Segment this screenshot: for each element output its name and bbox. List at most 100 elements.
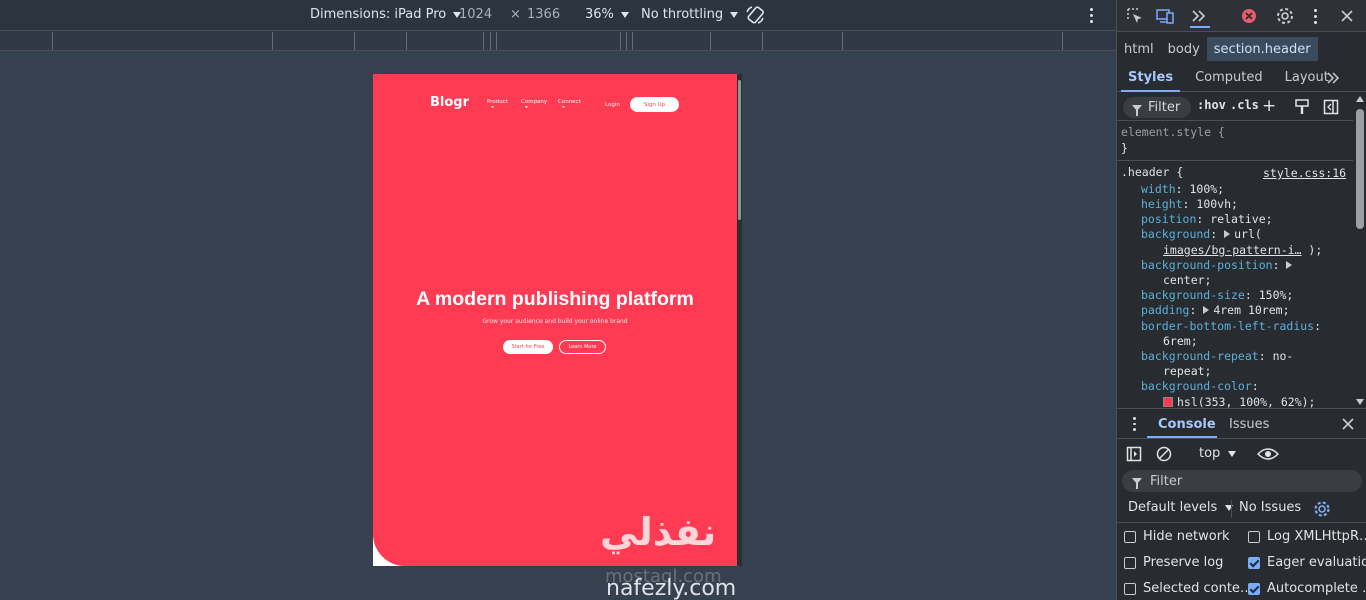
throttling-select[interactable]: No throttling [641,7,739,22]
inspect-element-icon[interactable] [1125,6,1145,26]
decl-background-url[interactable]: images/bg-pattern-i… ); [1163,243,1322,257]
device-select[interactable]: Dimensions: iPad Pro [310,7,462,22]
chevron-down-icon [491,106,494,108]
sidebar-toggle-icon[interactable] [1323,99,1339,115]
filter-icon [1132,478,1142,489]
option-autocomplete[interactable]: Autocomplete … [1248,581,1366,596]
hero-title: A modern publishing platform [416,288,694,310]
context-select[interactable]: top [1199,446,1237,461]
rule-selector: .header { [1121,165,1184,179]
paint-brush-icon[interactable] [1294,99,1310,115]
device-dimensions-label: Dimensions: iPad Pro [310,7,447,22]
console-settings-icon[interactable] [1313,500,1331,518]
more-tabs-icon[interactable] [1189,6,1209,26]
height-input[interactable]: 1366 [527,7,560,22]
checkbox-checked[interactable] [1248,556,1260,569]
decl-background-position[interactable]: background-position: [1141,258,1296,272]
customize-menu-icon[interactable] [1313,7,1317,25]
tab-issues[interactable]: Issues [1229,417,1269,432]
zoom-select[interactable]: 36% [585,7,629,22]
signup-button[interactable]: Sign Up [630,97,679,112]
rotate-icon[interactable] [744,4,766,26]
option-log-xhr[interactable]: Log XMLHttpR… [1248,529,1366,544]
decl-background-size[interactable]: background-size: 150%; [1141,288,1293,302]
breadcrumb-body[interactable]: body [1161,37,1207,61]
breadcrumb-section-header[interactable]: section.header [1206,37,1318,61]
more-subtabs-icon[interactable] [1325,70,1341,86]
live-expression-eye-icon[interactable] [1257,446,1279,462]
decl-background-position-value[interactable]: center; [1163,273,1211,287]
decl-width[interactable]: width: 100%; [1141,182,1224,196]
checkbox[interactable] [1124,582,1136,595]
start-free-button[interactable]: Start for Free [503,340,553,354]
width-input[interactable]: 1024 [459,7,492,22]
media-query-ruler[interactable] [0,30,1116,51]
breadcrumb-html[interactable]: html [1117,37,1161,61]
decl-background-repeat[interactable]: background-repeat: no- [1141,349,1293,363]
close-devtools-icon[interactable] [1337,6,1357,26]
decl-background-color-value[interactable]: hsl(353, 100%, 62%); [1163,395,1315,408]
scrollbar-thumb[interactable] [738,80,741,220]
decl-border-radius[interactable]: border-bottom-left-radius: [1141,319,1321,333]
times-separator: × [510,7,521,22]
throttling-label: No throttling [641,7,724,22]
cls-toggle[interactable]: .cls [1230,98,1259,112]
nav-connect[interactable]: Connect [558,99,581,108]
styles-pane: element.style { } .header { style.css:16… [1117,121,1353,408]
tab-styles[interactable]: Styles [1117,64,1184,92]
watermark-arabic: نفذلي [600,510,717,554]
styles-filter-input[interactable]: Filter [1123,97,1191,118]
hov-toggle[interactable]: :hov [1197,98,1226,112]
checkbox[interactable] [1248,530,1260,543]
add-rule-icon[interactable]: + [1262,96,1276,116]
close-drawer-icon[interactable] [1341,417,1355,431]
scrollbar-thumb[interactable] [1356,109,1364,229]
default-levels-label: Default levels [1128,500,1218,515]
option-label: Log XMLHttpR… [1267,529,1366,544]
nav-product[interactable]: Product [487,99,508,108]
tab-console[interactable]: Console [1158,417,1216,432]
option-eager-evaluation[interactable]: Eager evaluation [1248,555,1366,570]
checkbox[interactable] [1124,530,1136,543]
decl-background-repeat-value[interactable]: repeat; [1163,364,1211,378]
issues-count[interactable]: No Issues [1239,500,1301,515]
device-toolbar: Dimensions: iPad Pro 1024 × 1366 36% No … [0,0,1116,30]
clear-console-icon[interactable] [1156,446,1172,462]
viewport-scrollbar[interactable] [737,74,742,566]
decl-position[interactable]: position: relative; [1141,212,1273,226]
settings-icon[interactable] [1275,6,1295,26]
error-count-icon[interactable] [1239,6,1259,26]
nav-company[interactable]: Company [521,99,547,108]
login-link[interactable]: Login [605,102,620,108]
option-label: Eager evaluation [1267,555,1366,570]
option-hide-network[interactable]: Hide network [1124,529,1230,544]
default-levels-select[interactable]: Default levels [1128,500,1234,515]
decl-padding[interactable]: padding: 4rem 10rem; [1141,303,1290,317]
scroll-down-icon[interactable] [1356,399,1364,405]
checkbox[interactable] [1124,556,1136,569]
active-tab-indicator [1190,26,1210,28]
drawer-menu-icon[interactable] [1132,417,1136,432]
element-style-selector: element.style { [1121,125,1225,139]
console-filter-input[interactable]: Filter [1122,470,1362,492]
styles-filterbar: Filter :hov .cls + [1117,93,1366,121]
more-options-icon[interactable] [1084,5,1098,25]
decl-height[interactable]: height: 100vh; [1141,197,1238,211]
chevron-down-icon [620,11,629,18]
expand-triangle-icon [1203,306,1210,314]
styles-scrollbar[interactable] [1353,93,1366,408]
decl-border-radius-value[interactable]: 6rem; [1163,334,1198,348]
rule-source-link[interactable]: style.css:16 [1263,166,1346,180]
console-sidebar-icon[interactable] [1126,446,1142,462]
scroll-up-icon[interactable] [1356,96,1364,102]
decl-background[interactable]: background: url( [1141,227,1262,241]
site-logo[interactable]: Blogr [430,95,469,110]
tab-computed[interactable]: Computed [1184,64,1274,92]
device-toolbar-icon[interactable] [1155,6,1175,26]
learn-more-button[interactable]: Learn More [559,340,606,354]
option-selected-context[interactable]: Selected conte… [1124,581,1253,596]
hero-subtitle: Grow your audience and build your online… [482,318,628,325]
option-preserve-log[interactable]: Preserve log [1124,555,1223,570]
checkbox-checked[interactable] [1248,582,1260,595]
decl-background-color[interactable]: background-color: [1141,379,1259,393]
